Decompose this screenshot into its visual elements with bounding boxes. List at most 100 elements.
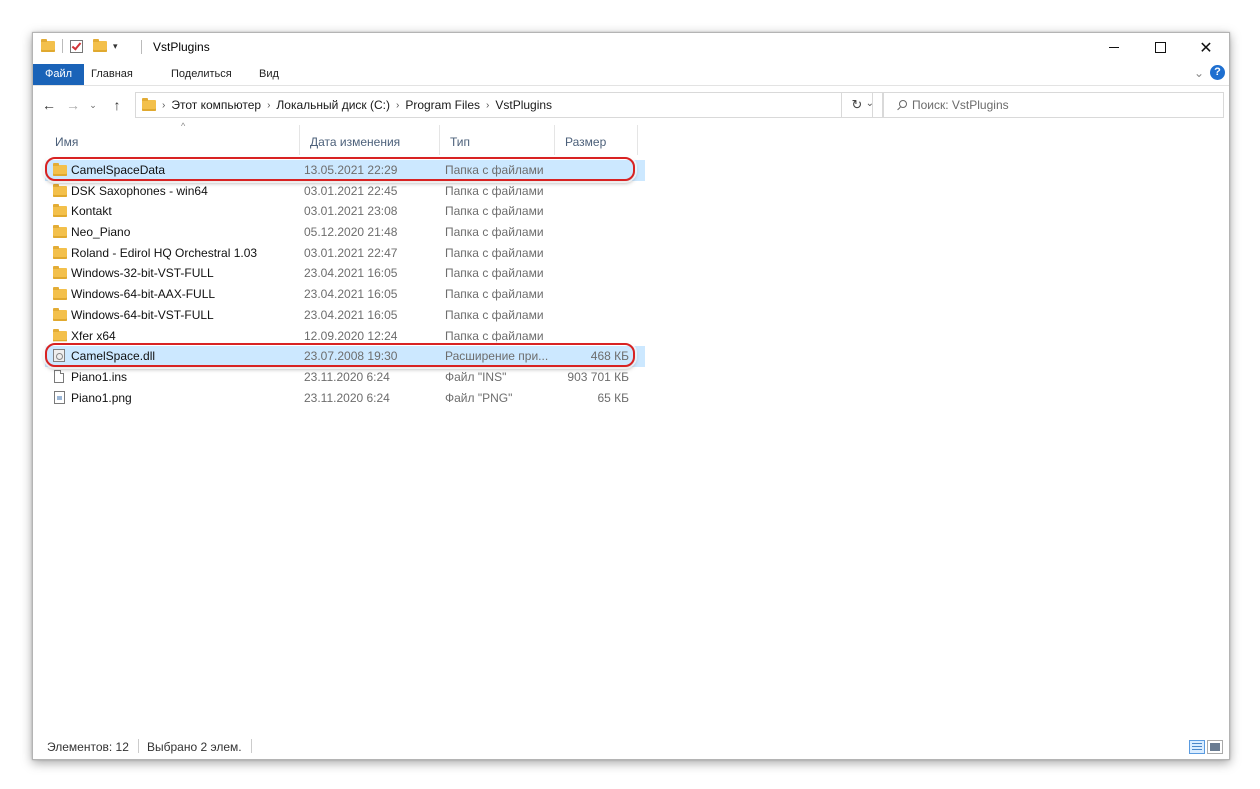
maximize-button[interactable]: [1137, 33, 1183, 61]
file-type: Файл "INS": [445, 369, 507, 384]
ribbon-controls: ⌄ ?: [1194, 65, 1225, 80]
file-type: Расширение при...: [445, 349, 549, 364]
file-date: 23.07.2008 19:30: [304, 349, 398, 364]
folder-icon: [41, 38, 55, 52]
title-bar: ▾ VstPlugins ✕: [33, 33, 1229, 61]
recent-locations-chevron-icon[interactable]: ⌄: [83, 95, 103, 115]
forward-arrow-icon[interactable]: →: [63, 95, 83, 115]
file-name: Windows-64-bit-VST-FULL: [71, 307, 214, 322]
explorer-window: ▾ VstPlugins ✕ Файл Главная Поделиться В…: [32, 32, 1230, 760]
file-row[interactable]: Windows-64-bit-VST-FULL 23.04.2021 16:05 П…: [45, 305, 645, 326]
toolbar-divider: [62, 39, 63, 53]
file-row[interactable]: Piano1.ins 23.11.2020 6:24 Файл "INS" 903 7…: [45, 367, 645, 388]
file-row[interactable]: CamelSpaceData 13.05.2021 22:29 Папка с фа…: [45, 160, 645, 181]
file-date: 12.09.2020 12:24: [304, 328, 398, 343]
search-box[interactable]: Поиск: VstPlugins: [883, 92, 1224, 118]
status-bar: Элементов: 12 Выбрано 2 элем.: [33, 733, 1229, 759]
folder-icon: [53, 287, 67, 301]
column-header-type[interactable]: Тип: [440, 125, 555, 155]
file-row[interactable]: Windows-32-bit-VST-FULL 23.04.2021 16:05 П…: [45, 263, 645, 284]
column-header-type-label: Тип: [450, 135, 471, 149]
column-header-name[interactable]: ^ Имя: [45, 121, 300, 155]
help-icon[interactable]: ?: [1210, 65, 1225, 80]
file-row[interactable]: Piano1.png 23.11.2020 6:24 Файл "PNG" 65 КБ: [45, 388, 645, 409]
details-view-icon[interactable]: [1189, 740, 1205, 754]
quick-access-toolbar: ▾: [41, 38, 118, 53]
file-row[interactable]: Xfer x64 12.09.2020 12:24 Папка с файлами: [45, 326, 645, 347]
file-row[interactable]: DSK Saxophones - win64 03.01.2021 22:45 Па…: [45, 181, 645, 202]
status-divider: [251, 739, 252, 753]
customize-toolbar-dropdown-icon[interactable]: ▾: [113, 41, 118, 52]
tab-file[interactable]: Файл: [33, 64, 85, 85]
folder-icon: [53, 307, 67, 321]
expand-ribbon-chevron-icon[interactable]: ⌄: [1194, 66, 1204, 80]
large-icons-view-icon[interactable]: [1207, 740, 1223, 754]
breadcrumb-this-pc[interactable]: Этот компьютер: [171, 98, 261, 112]
column-header-name-label: Имя: [55, 135, 79, 149]
tab-share[interactable]: Поделиться: [165, 64, 238, 84]
column-header-size-label: Размер: [565, 135, 607, 149]
window-title: VstPlugins: [153, 40, 210, 54]
selection-count: Выбрано 2 элем.: [147, 740, 242, 754]
close-button[interactable]: ✕: [1183, 33, 1229, 61]
file-type: Папка с файлами: [445, 287, 544, 302]
item-count: Элементов: 12: [47, 740, 129, 754]
file-type: Папка с файлами: [445, 245, 544, 260]
properties-check-icon[interactable]: [70, 39, 83, 53]
breadcrumb-separator-icon[interactable]: ›: [162, 100, 165, 111]
file-row[interactable]: Roland - Edirol HQ Orchestral 1.03 03.01.…: [45, 243, 645, 264]
breadcrumb-program-files[interactable]: Program Files: [405, 98, 480, 112]
close-icon: ✕: [1199, 37, 1213, 57]
folder-icon: [53, 245, 67, 259]
breadcrumb-separator-icon[interactable]: ›: [486, 100, 489, 111]
column-header-size[interactable]: Размер: [555, 125, 638, 155]
search-input[interactable]: Поиск: VstPlugins: [912, 98, 1009, 112]
file-date: 23.11.2020 6:24: [304, 369, 390, 384]
refresh-icon: ↻: [851, 97, 863, 112]
breadcrumb-local-disk[interactable]: Локальный диск (C:): [276, 98, 390, 112]
file-type: Папка с файлами: [445, 266, 544, 281]
file-row[interactable]: Neo_Piano 05.12.2020 21:48 Папка с файлами: [45, 222, 645, 243]
sort-ascending-icon: ^: [181, 121, 186, 131]
breadcrumb-vstplugins[interactable]: VstPlugins: [495, 98, 552, 112]
status-divider: [138, 739, 139, 753]
folder-icon: [142, 97, 156, 111]
file-list: CamelSpaceData 13.05.2021 22:29 Папка с фа…: [45, 160, 645, 408]
file-date: 23.11.2020 6:24: [304, 390, 390, 405]
file-name: Piano1.png: [71, 390, 132, 405]
breadcrumb-separator-icon[interactable]: ›: [267, 100, 270, 111]
dll-file-icon: [53, 349, 65, 363]
minimize-button[interactable]: [1091, 33, 1137, 61]
refresh-button[interactable]: ↻: [841, 92, 873, 118]
file-date: 23.04.2021 16:05: [304, 287, 398, 302]
file-row[interactable]: Kontakt 03.01.2021 23:08 Папка с файлами: [45, 201, 645, 222]
breadcrumb-separator-icon[interactable]: ›: [396, 100, 399, 111]
column-headers: ^ Имя Дата изменения Тип Размер: [33, 121, 1229, 155]
file-name: Windows-32-bit-VST-FULL: [71, 266, 214, 281]
tab-home[interactable]: Главная: [85, 64, 139, 84]
file-name: Windows-64-bit-AAX-FULL: [71, 287, 216, 302]
file-name: Xfer x64: [71, 328, 116, 343]
address-bar[interactable]: › Этот компьютер › Локальный диск (C:) ›…: [135, 92, 883, 118]
column-header-date[interactable]: Дата изменения: [300, 125, 440, 155]
file-row[interactable]: Windows-64-bit-AAX-FULL 23.04.2021 16:05 П…: [45, 284, 645, 305]
tab-view[interactable]: Вид: [253, 64, 285, 84]
folder-icon: [53, 266, 67, 280]
new-folder-icon[interactable]: [93, 38, 107, 52]
file-type: Папка с файлами: [445, 307, 544, 322]
title-divider: [141, 40, 142, 54]
file-type: Папка с файлами: [445, 328, 544, 343]
up-arrow-icon[interactable]: ↑: [107, 95, 127, 115]
back-arrow-icon[interactable]: ←: [39, 95, 59, 115]
folder-icon: [53, 163, 67, 176]
file-name: DSK Saxophones - win64: [71, 183, 208, 198]
ribbon-tabs: Файл Главная Поделиться Вид ⌄ ?: [33, 61, 1229, 86]
file-date: 05.12.2020 21:48: [304, 225, 398, 240]
search-icon: [896, 100, 907, 110]
folder-icon: [53, 328, 67, 342]
file-row[interactable]: CamelSpace.dll 23.07.2008 19:30 Расширение…: [45, 346, 645, 367]
file-name: Neo_Piano: [71, 225, 131, 240]
file-size: 65 КБ: [597, 390, 629, 405]
folder-icon: [53, 183, 67, 197]
file-icon: [54, 369, 64, 383]
